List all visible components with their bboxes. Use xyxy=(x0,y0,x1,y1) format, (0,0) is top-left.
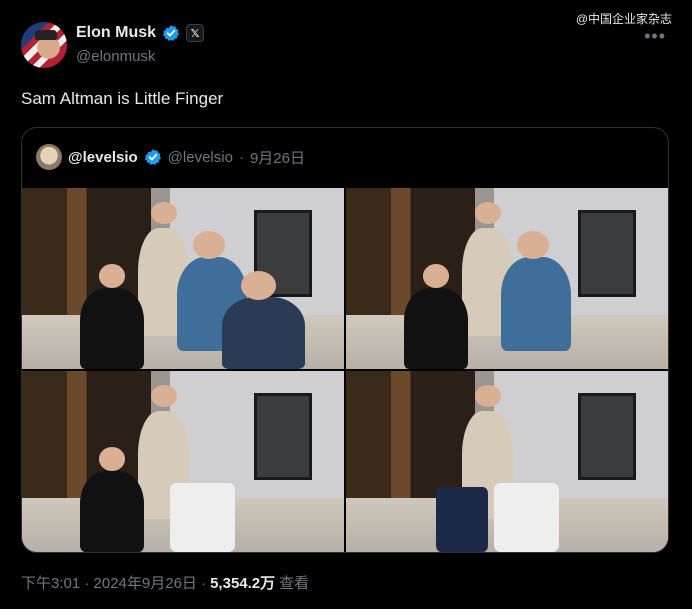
quoted-author-avatar[interactable] xyxy=(36,144,62,170)
watermark: @中国企业家杂志 xyxy=(575,12,672,26)
views-label: 查看 xyxy=(279,575,310,592)
media-image-3[interactable] xyxy=(22,371,344,552)
tweet-timestamp[interactable]: 下午3:01 · 2024年9月26日 · xyxy=(21,572,206,593)
more-options-icon[interactable]: ••• xyxy=(644,26,666,47)
views-count: 5,354.2万 xyxy=(210,575,276,592)
quoted-separator: · xyxy=(238,148,244,166)
tweet-footer: 下午3:01 · 2024年9月26日 · 5,354.2万 查看 xyxy=(21,572,309,593)
quoted-author-handle[interactable]: @levelsio xyxy=(168,149,233,166)
tweet-text: Sam Altman is Little Finger xyxy=(21,89,224,108)
quoted-media-grid xyxy=(22,188,668,552)
quoted-tweet[interactable]: @levelsio @levelsio · 9月26日 xyxy=(21,127,669,553)
author-name-row: Elon Musk 𝕏 xyxy=(76,24,205,42)
author-handle[interactable]: @elonmusk xyxy=(76,48,155,65)
media-image-4[interactable] xyxy=(346,371,668,552)
media-image-1[interactable] xyxy=(22,188,344,369)
verified-badge-icon[interactable] xyxy=(162,24,180,42)
quoted-verified-badge-icon[interactable] xyxy=(144,148,162,166)
affiliate-x-badge-icon[interactable]: 𝕏 xyxy=(186,24,205,42)
media-image-2[interactable] xyxy=(346,188,668,369)
quoted-date[interactable]: 9月26日 xyxy=(250,147,305,168)
quoted-author-display-name[interactable]: @levelsio xyxy=(68,149,138,166)
author-avatar[interactable] xyxy=(21,22,67,68)
author-display-name[interactable]: Elon Musk xyxy=(76,24,156,42)
quoted-tweet-header: @levelsio @levelsio · 9月26日 xyxy=(36,144,305,170)
